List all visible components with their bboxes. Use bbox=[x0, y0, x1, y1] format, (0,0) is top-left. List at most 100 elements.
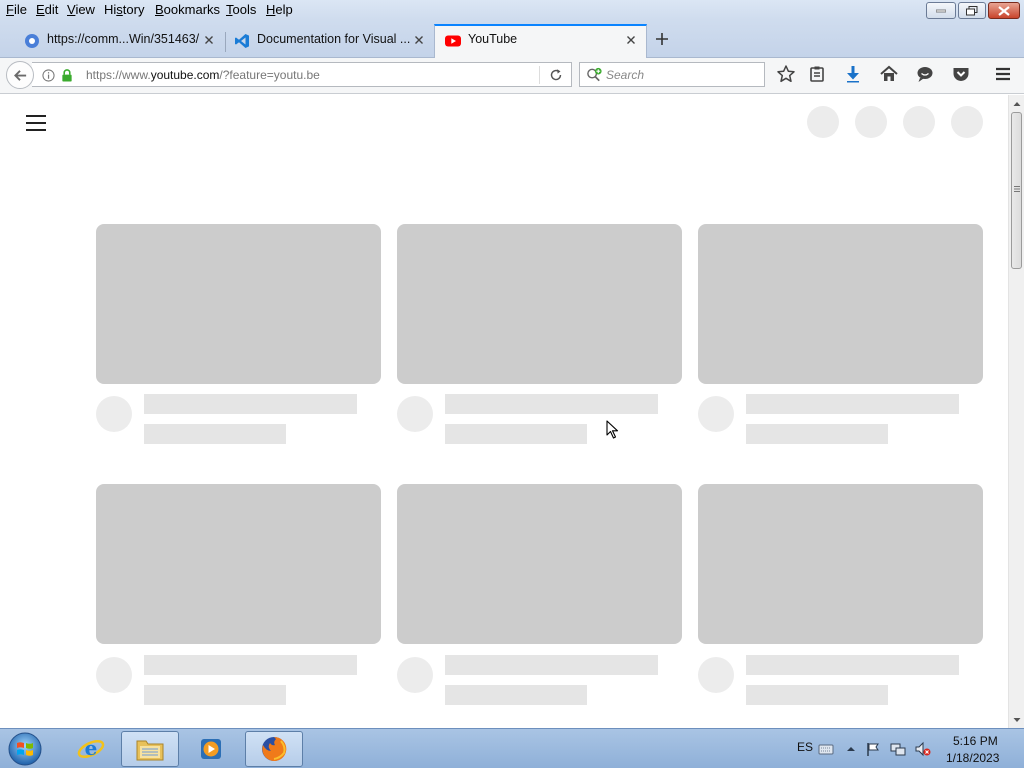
menu-bookmarks[interactable]: Bookmarks bbox=[155, 2, 220, 17]
channel-avatar-placeholder bbox=[96, 657, 132, 693]
menu-help[interactable]: Help bbox=[266, 2, 293, 17]
meta-line-placeholder bbox=[144, 424, 286, 444]
header-placeholder-circle bbox=[903, 106, 935, 138]
channel-avatar-placeholder bbox=[397, 657, 433, 693]
minimize-icon bbox=[936, 9, 946, 12]
menu-tools[interactable]: Tools bbox=[226, 2, 256, 17]
minimize-button[interactable] bbox=[926, 2, 956, 19]
bookmarks-library-icon[interactable] bbox=[807, 64, 827, 84]
clock-date[interactable]: 1/18/2023 bbox=[946, 751, 999, 765]
svg-text:e: e bbox=[85, 736, 98, 760]
pocket-icon[interactable] bbox=[951, 64, 971, 84]
restore-icon bbox=[966, 5, 978, 15]
mouse-pointer-icon bbox=[606, 420, 619, 439]
reload-icon[interactable] bbox=[549, 68, 563, 82]
taskbar-media-player[interactable] bbox=[182, 731, 240, 767]
grip-icon bbox=[1014, 186, 1020, 192]
video-thumbnail-placeholder bbox=[698, 224, 983, 384]
lock-icon[interactable] bbox=[61, 69, 73, 82]
start-button-icon[interactable] bbox=[5, 731, 45, 767]
url-text: https://www.youtube.com/?feature=youtu.b… bbox=[86, 68, 320, 82]
close-icon bbox=[998, 5, 1010, 16]
url-domain: youtube.com bbox=[150, 68, 220, 82]
info-icon[interactable] bbox=[42, 69, 55, 82]
taskbar-firefox[interactable] bbox=[245, 731, 303, 767]
keyboard-icon[interactable] bbox=[818, 741, 834, 757]
meta-line-placeholder bbox=[144, 685, 286, 705]
header-placeholder-circle bbox=[951, 106, 983, 138]
video-thumbnail-placeholder bbox=[397, 224, 682, 384]
menu-history[interactable]: History bbox=[104, 2, 144, 17]
close-tab-icon[interactable] bbox=[412, 33, 426, 47]
scrollbar-thumb[interactable] bbox=[1011, 112, 1022, 269]
meta-line-placeholder bbox=[445, 685, 587, 705]
firefox-icon bbox=[262, 736, 287, 761]
close-tab-icon[interactable] bbox=[624, 33, 638, 47]
download-icon[interactable] bbox=[843, 64, 863, 84]
back-button[interactable] bbox=[6, 61, 34, 89]
menu-hamburger-icon[interactable] bbox=[993, 64, 1013, 84]
folder-icon bbox=[136, 740, 164, 761]
channel-avatar-placeholder bbox=[96, 396, 132, 432]
header-placeholder-circle bbox=[855, 106, 887, 138]
meta-line-placeholder bbox=[445, 424, 587, 444]
video-thumbnail-placeholder bbox=[96, 484, 381, 644]
chrome-style-tab-icon bbox=[25, 34, 39, 48]
action-center-flag-icon[interactable] bbox=[865, 741, 881, 757]
menu-file[interactable]: File bbox=[6, 2, 27, 17]
taskbar-windows-explorer[interactable] bbox=[121, 731, 179, 767]
restore-button[interactable] bbox=[958, 2, 986, 19]
tab-documentation[interactable]: Documentation for Visual ... bbox=[224, 24, 434, 58]
home-icon[interactable] bbox=[879, 64, 899, 84]
navigation-toolbar: https://www.youtube.com/?feature=youtu.b… bbox=[0, 58, 1024, 94]
vscode-icon bbox=[235, 34, 249, 48]
tab-youtube[interactable]: YouTube bbox=[434, 24, 647, 58]
title-line-placeholder bbox=[144, 655, 357, 675]
scroll-up-icon[interactable] bbox=[1012, 99, 1022, 109]
search-input[interactable]: Search bbox=[579, 62, 765, 87]
url-bar[interactable]: https://www.youtube.com/?feature=youtu.b… bbox=[32, 62, 572, 87]
video-thumbnail-placeholder bbox=[698, 484, 983, 644]
header-placeholder-circle bbox=[807, 106, 839, 138]
video-thumbnail-placeholder bbox=[96, 224, 381, 384]
youtube-icon bbox=[445, 35, 461, 47]
meta-line-placeholder bbox=[746, 424, 888, 444]
title-line-placeholder bbox=[746, 394, 959, 414]
channel-avatar-placeholder bbox=[698, 396, 734, 432]
taskbar-internet-explorer[interactable]: e bbox=[62, 731, 120, 767]
title-line-placeholder bbox=[144, 394, 357, 414]
video-thumbnail-placeholder bbox=[397, 484, 682, 644]
clock-time[interactable]: 5:16 PM bbox=[953, 734, 998, 748]
network-icon[interactable] bbox=[890, 741, 906, 757]
menu-view[interactable]: View bbox=[67, 2, 95, 17]
tab-label: https://comm...Win/351463/ bbox=[47, 32, 200, 46]
bookmark-star-icon[interactable] bbox=[776, 64, 796, 84]
show-hidden-icons-icon[interactable] bbox=[843, 741, 859, 757]
search-placeholder: Search bbox=[606, 68, 645, 82]
url-suffix: /?feature=youtu.be bbox=[219, 68, 320, 82]
tab-label: Documentation for Visual ... bbox=[257, 32, 411, 46]
scroll-down-icon[interactable] bbox=[1012, 715, 1022, 725]
vertical-scrollbar[interactable] bbox=[1008, 95, 1024, 728]
close-window-button[interactable] bbox=[988, 2, 1020, 19]
close-tab-icon[interactable] bbox=[202, 33, 216, 47]
channel-avatar-placeholder bbox=[397, 396, 433, 432]
windows-taskbar: e ES 5:16 PM 1/18/2023 bbox=[0, 728, 1024, 768]
language-indicator[interactable]: ES bbox=[797, 740, 813, 754]
new-tab-icon[interactable] bbox=[652, 29, 672, 49]
chat-icon[interactable] bbox=[915, 64, 935, 84]
tab-community[interactable]: https://comm...Win/351463/ bbox=[14, 24, 224, 58]
title-line-placeholder bbox=[746, 655, 959, 675]
back-arrow-icon bbox=[14, 70, 27, 81]
menu-edit[interactable]: Edit bbox=[36, 2, 58, 17]
youtube-page bbox=[0, 95, 1008, 728]
tab-strip: https://comm...Win/351463/ Documentation… bbox=[0, 20, 1024, 58]
url-divider bbox=[539, 66, 540, 84]
meta-line-placeholder bbox=[746, 685, 888, 705]
title-line-placeholder bbox=[445, 655, 658, 675]
search-icon bbox=[587, 67, 602, 82]
volume-muted-icon[interactable] bbox=[915, 741, 931, 757]
title-bar: File Edit View History Bookmarks Tools H… bbox=[0, 0, 1024, 20]
channel-avatar-placeholder bbox=[698, 657, 734, 693]
guide-menu-icon[interactable] bbox=[26, 115, 46, 131]
